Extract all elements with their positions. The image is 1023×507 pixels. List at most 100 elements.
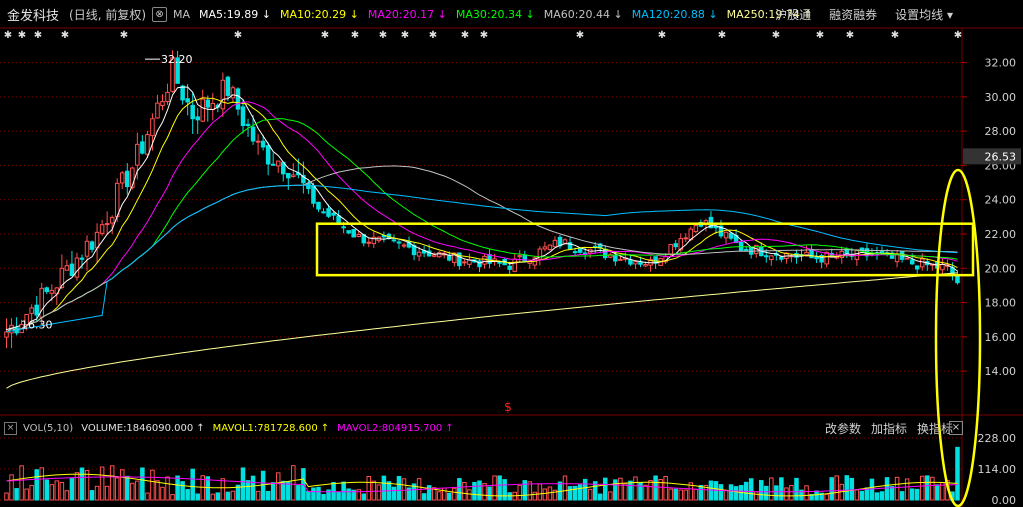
candle-body (94, 231, 100, 249)
volume-bar (894, 476, 900, 501)
volume-bar (457, 478, 462, 501)
candle-body (728, 232, 734, 239)
candle-body (909, 259, 915, 265)
volume-bar (517, 485, 522, 501)
news-marker: ✱ (401, 30, 409, 41)
candle-body (562, 239, 568, 244)
candle-body (351, 229, 356, 238)
news-marker: ✱ (846, 30, 854, 41)
close-icon[interactable]: × (4, 421, 17, 435)
y-tick-label: 28.00 (985, 125, 1017, 138)
y-tick-label: 22.00 (985, 228, 1017, 241)
volume-bar (49, 484, 55, 501)
volume-bar (633, 476, 638, 501)
menu-change-params[interactable]: 改参数 (825, 420, 861, 437)
candle-body (723, 231, 729, 239)
candle-body (255, 140, 261, 143)
volume-bar (502, 479, 507, 501)
candle-body (517, 255, 522, 258)
candle-body (814, 256, 819, 260)
news-marker: ✱ (351, 30, 359, 41)
volume-bar (155, 480, 160, 501)
candle-body (668, 244, 673, 256)
volume-bar (381, 475, 387, 501)
volume-bar (165, 476, 170, 501)
candle-body (79, 257, 85, 260)
volume-bar (874, 492, 880, 501)
news-marker: ✱ (234, 30, 242, 41)
candle-body (155, 102, 160, 119)
volume-bar (109, 465, 115, 501)
volume-bar (336, 491, 341, 501)
candle-body (205, 99, 211, 108)
volume-bar (79, 467, 85, 501)
candle-body (396, 241, 402, 244)
volume-bar (718, 484, 724, 501)
menu-switch-indicator[interactable]: 换指标 (917, 420, 953, 437)
volume-bar (849, 477, 855, 501)
candle-body (764, 255, 769, 258)
candle-body (74, 257, 80, 278)
candle-body (140, 141, 145, 154)
volume-bar (582, 478, 588, 501)
volume-bar (99, 466, 105, 501)
candle-body (321, 211, 326, 214)
candle-body (331, 212, 336, 216)
volume-bar (522, 480, 528, 501)
candle-body (311, 186, 316, 204)
candle-body (225, 76, 231, 96)
candle-body (577, 248, 583, 253)
volume-bar (537, 483, 543, 501)
volume-bar (89, 490, 95, 501)
volume-bar (492, 475, 497, 501)
news-marker: ✱ (772, 30, 780, 41)
candle-body (230, 87, 236, 99)
candle-body (180, 85, 185, 101)
up-arrow-icon: ↑ (320, 422, 330, 434)
volume-bar (879, 491, 885, 501)
volume-bar (673, 488, 678, 501)
volume-bar (150, 469, 155, 501)
news-marker: ✱ (321, 30, 329, 41)
news-marker: ✱ (576, 30, 584, 41)
volume-bar (623, 483, 628, 501)
volume-bar (59, 481, 65, 501)
candle-body (839, 250, 845, 258)
mavol2-line (6, 476, 958, 493)
volume-bar (723, 489, 729, 501)
mavol2-value: MAVOL2:804915.700 (337, 422, 443, 434)
candle-body (854, 249, 860, 260)
volume-bar (678, 489, 684, 501)
candle-body (613, 255, 618, 262)
volume-bar (9, 474, 14, 501)
volume-bar (371, 480, 377, 501)
volume-bar (869, 478, 875, 501)
volume-bar (391, 486, 397, 501)
volume-bar (628, 480, 633, 501)
candle-body (673, 243, 678, 248)
volume-bar (824, 493, 829, 501)
volume-bar (683, 489, 689, 501)
volume-bar (311, 487, 316, 501)
candle-body (119, 172, 125, 184)
volume-bar (225, 491, 231, 501)
menu-add-indicator[interactable]: 加指标 (871, 420, 907, 437)
candle-body (64, 265, 70, 271)
volume-bar (4, 492, 9, 501)
volume-bar (618, 477, 623, 501)
y-tick-label: 32.00 (985, 57, 1017, 70)
y-tick-label: 16.00 (985, 331, 1017, 344)
candle-body (356, 234, 361, 237)
volume-bar (784, 487, 789, 501)
candle-body (114, 182, 120, 218)
volume-bar (104, 485, 110, 501)
volume-bar (603, 477, 608, 501)
volume-bar (331, 482, 336, 501)
close-panel-icon[interactable]: × (949, 421, 963, 435)
candle-body (270, 163, 276, 166)
volume-bar (608, 491, 613, 501)
candle-body (104, 223, 110, 226)
volume-bar (442, 487, 447, 501)
volume-bar (789, 484, 794, 501)
volume-bar (275, 472, 281, 501)
